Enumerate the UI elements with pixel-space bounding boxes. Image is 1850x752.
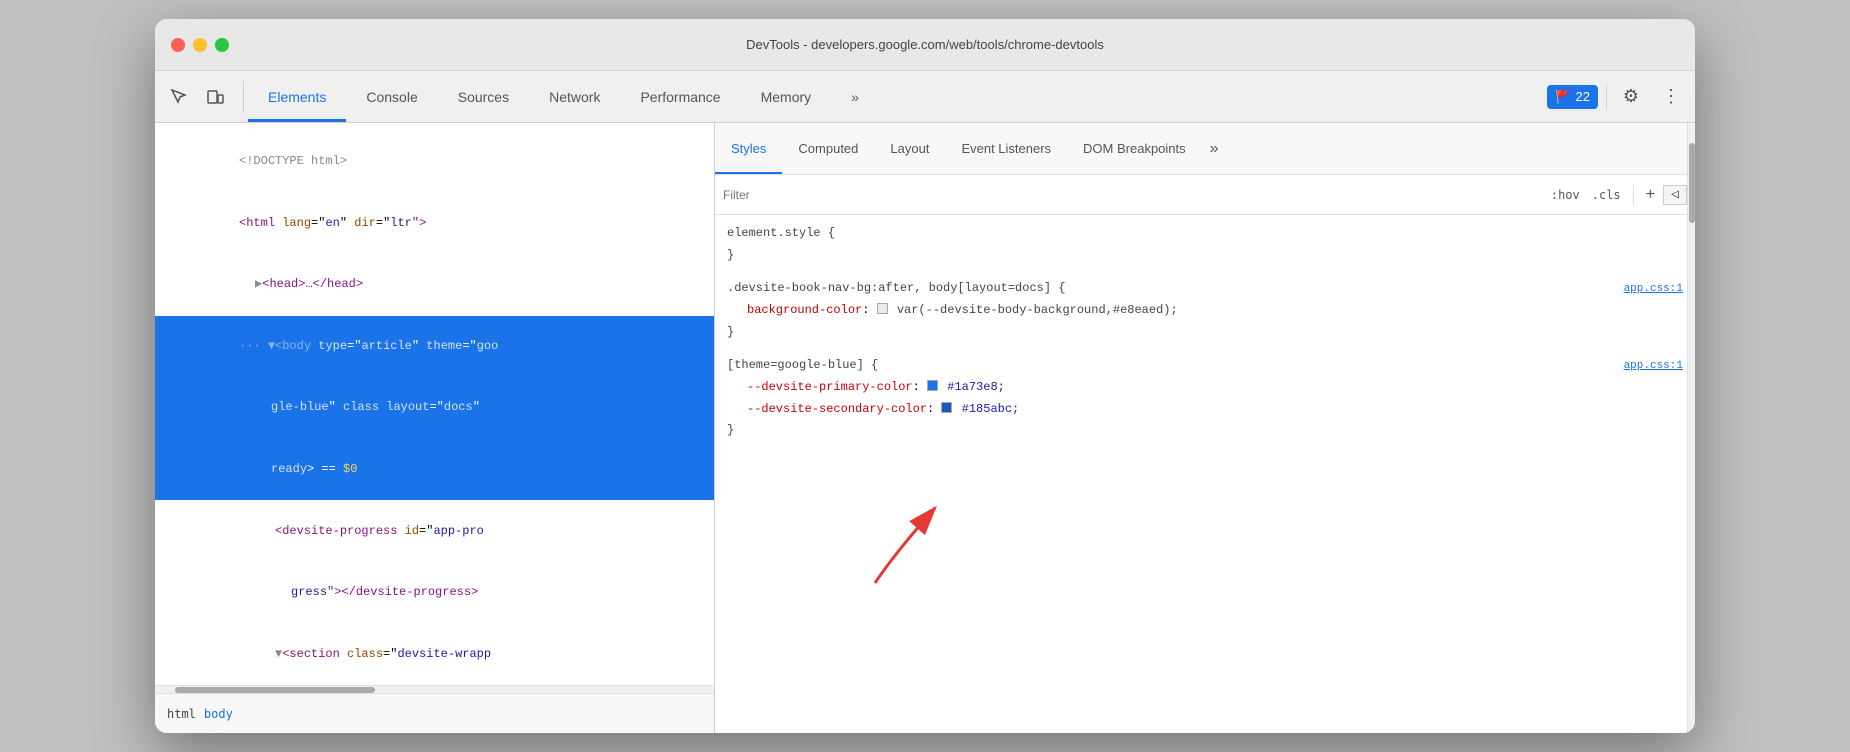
tab-elements[interactable]: Elements (248, 71, 346, 122)
filter-buttons: :hov .cls + ◁ (1547, 185, 1687, 205)
css-selector: element.style { (727, 223, 835, 245)
main-content: <!DOCTYPE html> <html lang="en" dir="ltr… (155, 123, 1695, 733)
filter-input[interactable] (723, 188, 1539, 202)
vertical-scrollbar-thumb (1689, 143, 1695, 223)
more-options-icon-button[interactable]: ⋮ (1655, 81, 1687, 113)
css-property-primary-color: --devsite-primary-color: #1a73e8; (727, 377, 1683, 399)
toolbar-icon-group (163, 81, 244, 113)
tab-dom-breakpoints[interactable]: DOM Breakpoints (1067, 123, 1202, 174)
dom-line-html: <html lang="en" dir="ltr"> (155, 193, 714, 255)
tab-computed[interactable]: Computed (782, 123, 874, 174)
tab-layout[interactable]: Layout (874, 123, 945, 174)
css-selector-2: .devsite-book-nav-bg:after, body[layout=… (727, 278, 1065, 300)
dom-line-progress: <devsite-progress id="app-pro (155, 500, 714, 562)
color-swatch-3[interactable] (941, 402, 952, 413)
maximize-button[interactable] (215, 38, 229, 52)
hov-button[interactable]: :hov (1547, 186, 1584, 204)
color-swatch-2[interactable] (927, 380, 938, 391)
dom-line-doctype: <!DOCTYPE html> (155, 131, 714, 193)
styles-content: element.style { } .devsite-book-nav-bg:a… (715, 215, 1695, 733)
right-panel: Styles Computed Layout Event Listeners D… (715, 123, 1695, 733)
tab-memory[interactable]: Memory (741, 71, 832, 122)
styles-panel: Styles Computed Layout Event Listeners D… (715, 123, 1695, 733)
inspect-icon-button[interactable] (163, 81, 195, 113)
dom-line-progress-2: gress"></devsite-progress> (155, 562, 714, 624)
dom-tree[interactable]: <!DOCTYPE html> <html lang="en" dir="ltr… (155, 123, 714, 685)
css-closing-brace-3: } (727, 423, 734, 437)
minimize-button[interactable] (193, 38, 207, 52)
close-button[interactable] (171, 38, 185, 52)
toggle-sidebar-button[interactable]: ◁ (1663, 185, 1687, 205)
horizontal-scrollbar-thumb (175, 687, 375, 693)
horizontal-scrollbar[interactable] (155, 685, 714, 693)
device-icon-button[interactable] (199, 81, 231, 113)
cls-button[interactable]: .cls (1588, 186, 1625, 204)
dom-panel: <!DOCTYPE html> <html lang="en" dir="ltr… (155, 123, 715, 733)
styles-tab-more-icon[interactable]: » (1202, 123, 1227, 174)
css-rule-theme-google-blue: [theme=google-blue] { app.css:1 --devsit… (727, 355, 1683, 442)
tab-styles[interactable]: Styles (715, 123, 782, 174)
css-rule-header-3: [theme=google-blue] { app.css:1 (727, 355, 1683, 377)
window-title: DevTools - developers.google.com/web/too… (746, 37, 1104, 52)
toolbar-divider (1606, 85, 1607, 109)
breakpoints-badge-button[interactable]: 🚩 22 (1547, 85, 1598, 109)
css-rule-devsite-book-nav: .devsite-book-nav-bg:after, body[layout=… (727, 278, 1683, 343)
dom-line-head: ▶<head>…</head> (155, 254, 714, 316)
add-style-button[interactable]: + (1642, 186, 1659, 204)
tab-console[interactable]: Console (346, 71, 437, 122)
toolbar-right: 🚩 22 ⚙ ⋮ (1539, 81, 1687, 113)
tab-sources[interactable]: Sources (438, 71, 529, 122)
dom-line-body-3: ready> == $0 (155, 439, 714, 501)
filter-divider (1633, 185, 1634, 205)
badge-count: 22 (1576, 89, 1590, 104)
titlebar: DevTools - developers.google.com/web/too… (155, 19, 1695, 71)
css-property-bg-color: background-color: var(--devsite-body-bac… (727, 300, 1683, 322)
css-source-link[interactable]: app.css:1 (1624, 280, 1683, 300)
traffic-lights (171, 38, 229, 52)
dom-line-body-2: gle-blue" class layout="docs" (155, 377, 714, 439)
vertical-scrollbar[interactable] (1687, 123, 1695, 733)
tab-performance[interactable]: Performance (620, 71, 740, 122)
css-rule-header: .devsite-book-nav-bg:after, body[layout=… (727, 278, 1683, 300)
breadcrumb-html[interactable]: html (167, 707, 196, 721)
main-tabs: Elements Console Sources Network Perform… (248, 71, 1539, 122)
tab-more[interactable]: » (831, 71, 879, 122)
styles-tabs: Styles Computed Layout Event Listeners D… (715, 123, 1695, 175)
devtools-window: DevTools - developers.google.com/web/too… (155, 19, 1695, 733)
dom-line-body-1: ··· ▼<body type="article" theme="goo (155, 316, 714, 378)
tab-network[interactable]: Network (529, 71, 620, 122)
main-toolbar: Elements Console Sources Network Perform… (155, 71, 1695, 123)
breadcrumb-body[interactable]: body (204, 707, 233, 721)
filter-bar: :hov .cls + ◁ (715, 175, 1695, 215)
color-swatch-1[interactable] (877, 303, 888, 314)
css-selector-3: [theme=google-blue] { (727, 355, 878, 377)
css-rule-element-style: element.style { } (727, 223, 1683, 266)
breadcrumb-bar: html body (155, 693, 714, 733)
css-source-link-2[interactable]: app.css:1 (1624, 357, 1683, 377)
dom-line-section: ▼<section class="devsite-wrapp (155, 624, 714, 686)
css-property-secondary-color: --devsite-secondary-color: #185abc; (727, 399, 1683, 421)
tab-event-listeners[interactable]: Event Listeners (945, 123, 1067, 174)
settings-icon-button[interactable]: ⚙ (1615, 81, 1647, 113)
css-closing-brace: } (727, 248, 734, 262)
badge-icon: 🚩 (1555, 89, 1571, 105)
css-closing-brace-2: } (727, 325, 734, 339)
